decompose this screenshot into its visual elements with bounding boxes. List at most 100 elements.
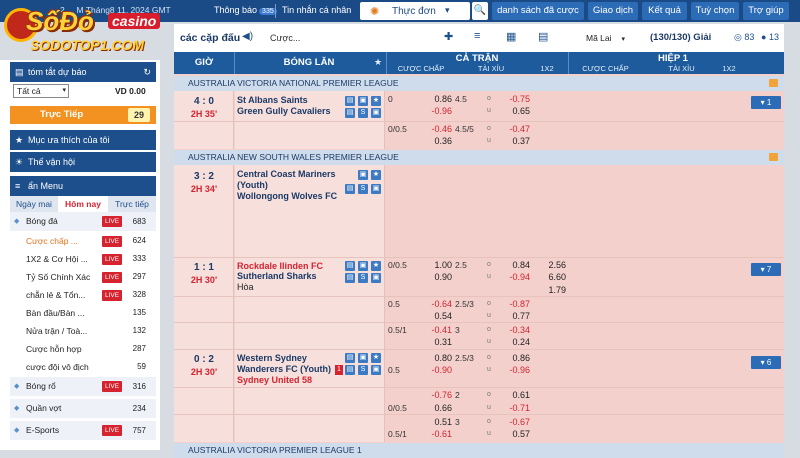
odds-under[interactable]: 0.65 — [498, 106, 530, 116]
odds-home[interactable]: -0.46 — [420, 124, 452, 134]
sub-correct-score[interactable]: Tỷ Số Chính Xác LIVE 297 — [10, 268, 156, 286]
menu-dropdown[interactable]: ✺ Thực đơn ▾ — [360, 2, 470, 20]
odds-away[interactable]: 0.66 — [420, 403, 452, 413]
odds-over[interactable]: -0.67 — [498, 417, 530, 427]
s-icon[interactable]: S — [358, 365, 368, 375]
more-bets-button[interactable]: ▾ 6 — [751, 356, 781, 369]
sub-handicap[interactable]: Cược chấp ... LIVE 624 — [10, 232, 156, 250]
sub-half-full[interactable]: Nửa trận / Toà... 132 — [10, 322, 156, 340]
live-button[interactable]: Trực Tiếp 29 — [10, 106, 156, 124]
odds-under[interactable]: 0.57 — [498, 429, 530, 439]
hide-menu-header[interactable]: ≡ ẩn Menu — [10, 176, 156, 196]
odds-under[interactable]: -0.96 — [498, 365, 530, 375]
collapse-icon[interactable] — [769, 153, 778, 161]
s-icon[interactable]: S — [358, 108, 368, 118]
star-icon[interactable]: ★ — [374, 57, 382, 68]
tab-live[interactable]: Trực tiếp — [108, 196, 156, 212]
odds-home[interactable]: 0.51 — [420, 417, 452, 427]
tv-icon[interactable]: ▣ — [371, 184, 381, 194]
odds-under[interactable]: -0.71 — [498, 403, 530, 413]
odds-under[interactable]: 0.37 — [498, 136, 530, 146]
tv-icon[interactable]: ▣ — [358, 353, 368, 363]
results-button[interactable]: Kết quả — [642, 2, 687, 20]
search-icon[interactable]: 🔍 — [472, 2, 488, 20]
options-button[interactable]: Tuỳ chọn — [691, 2, 739, 20]
olympics-header[interactable]: ☀ Thế vận hội — [10, 152, 156, 172]
speaker-icon[interactable]: ◀) — [242, 31, 253, 42]
filter-icon[interactable]: ▤ — [538, 30, 548, 43]
odds-over[interactable]: -0.34 — [498, 325, 530, 335]
refresh-icon[interactable]: ↻ — [143, 62, 151, 82]
odds-1x2-away[interactable]: 6.60 — [534, 272, 566, 282]
odds-over[interactable]: -0.75 — [498, 94, 530, 104]
tv-icon[interactable]: ▣ — [371, 273, 381, 283]
league-header[interactable]: AUSTRALIA VICTORIA PREMIER LEAGUE 1 — [174, 443, 784, 458]
transactions-button[interactable]: Giao dịch — [588, 2, 638, 20]
odds-over[interactable]: -0.87 — [498, 299, 530, 309]
odds-under[interactable]: 0.24 — [498, 337, 530, 347]
odds-type-select[interactable]: Mã Lai ▾ — [586, 33, 625, 43]
star-icon[interactable]: ★ — [371, 170, 381, 180]
odds-home[interactable]: 1.00 — [420, 260, 452, 270]
tv-icon[interactable]: ▣ — [358, 261, 368, 271]
quick-bet-header[interactable]: ▤ tóm tắt dự báo ↻ — [10, 62, 156, 82]
tv-icon[interactable]: ▣ — [371, 108, 381, 118]
league-count[interactable]: (130/130) Giải — [650, 32, 711, 43]
sub-outright[interactable]: cược đội vô địch 59 — [10, 358, 156, 376]
messages-link[interactable]: Tin nhắn cá nhân — [282, 5, 351, 15]
odds-away[interactable]: -0.96 — [420, 106, 452, 116]
grid-icon[interactable]: ▦ — [506, 30, 516, 43]
tab-today[interactable]: Hôm nay — [58, 196, 108, 212]
notices-link[interactable]: Thông báo 335 — [214, 5, 277, 15]
odds-away[interactable]: 0.90 — [420, 272, 452, 282]
sort-icon[interactable]: ≡ — [474, 30, 480, 42]
tv-icon[interactable]: ▣ — [358, 170, 368, 180]
bet-list-button[interactable]: danh sách đã cược — [492, 2, 584, 20]
sport-tennis[interactable]: ◆ Quần vợt 234 — [10, 399, 156, 418]
odds-over[interactable]: 0.84 — [498, 260, 530, 270]
stats-icon[interactable]: ▤ — [345, 184, 355, 194]
help-button[interactable]: Trợ giúp — [743, 2, 789, 20]
league-header[interactable]: AUSTRALIA VICTORIA NATIONAL PREMIER LEAG… — [174, 76, 784, 91]
favorites-count[interactable]: ◎ 83 — [734, 32, 754, 43]
stats-icon[interactable]: ▤ — [345, 96, 355, 106]
league-header[interactable]: AUSTRALIA NEW SOUTH WALES PREMIER LEAGUE — [174, 150, 784, 165]
odds-away[interactable]: -0.61 — [420, 429, 452, 439]
tv-icon[interactable]: ▣ — [358, 96, 368, 106]
stats-icon[interactable]: ▤ — [345, 353, 355, 363]
odds-home[interactable]: -0.76 — [420, 390, 452, 400]
star-icon[interactable]: ★ — [371, 96, 381, 106]
sport-esports[interactable]: ◆ E-Sports LIVE 757 — [10, 421, 156, 440]
odds-away[interactable]: -0.90 — [420, 365, 452, 375]
odds-away[interactable]: 0.54 — [420, 311, 452, 321]
more-bets-button[interactable]: ▾ 1 — [751, 96, 781, 109]
sport-football[interactable]: ◆ Bóng đá LIVE 683 — [10, 212, 156, 231]
star-icon[interactable]: ★ — [371, 261, 381, 271]
odds-under[interactable]: 0.77 — [498, 311, 530, 321]
bet-search[interactable]: Cược... — [270, 33, 300, 43]
stats-icon[interactable]: ▤ — [345, 273, 355, 283]
sub-parlay[interactable]: Cược hỗn hợp 287 — [10, 340, 156, 358]
collapse-icon[interactable] — [769, 79, 778, 87]
tv-icon[interactable]: ▣ — [371, 365, 381, 375]
odds-over[interactable]: 0.86 — [498, 353, 530, 363]
sub-odd-even[interactable]: chẵn lẻ & Tổn... LIVE 328 — [10, 286, 156, 304]
site-logo[interactable]: SốĐỏ casino SODOTOP1.COM — [0, 0, 170, 60]
stats-icon[interactable]: ▤ — [345, 108, 355, 118]
s-icon[interactable]: S — [358, 273, 368, 283]
sub-first-goal[interactable]: Bàn đầu/Bàn ... 135 — [10, 304, 156, 322]
live-count-indicator[interactable]: ● 13 — [761, 32, 779, 42]
more-bets-button[interactable]: ▾ 7 — [751, 263, 781, 276]
s-icon[interactable]: S — [358, 184, 368, 194]
odds-under[interactable]: -0.94 — [498, 272, 530, 282]
stats-icon[interactable]: ▤ — [345, 365, 355, 375]
odds-home[interactable]: -0.64 — [420, 299, 452, 309]
odds-home[interactable]: -0.41 — [420, 325, 452, 335]
odds-home[interactable]: 0.86 — [420, 94, 452, 104]
stats-icon[interactable]: ▤ — [345, 261, 355, 271]
sub-1x2[interactable]: 1X2 & Cơ Hội ... LIVE 333 — [10, 250, 156, 268]
odds-1x2-draw[interactable]: 1.79 — [534, 285, 566, 295]
odds-home[interactable]: 0.80 — [420, 353, 452, 363]
odds-away[interactable]: 0.31 — [420, 337, 452, 347]
add-icon[interactable]: ✚ — [444, 30, 453, 43]
